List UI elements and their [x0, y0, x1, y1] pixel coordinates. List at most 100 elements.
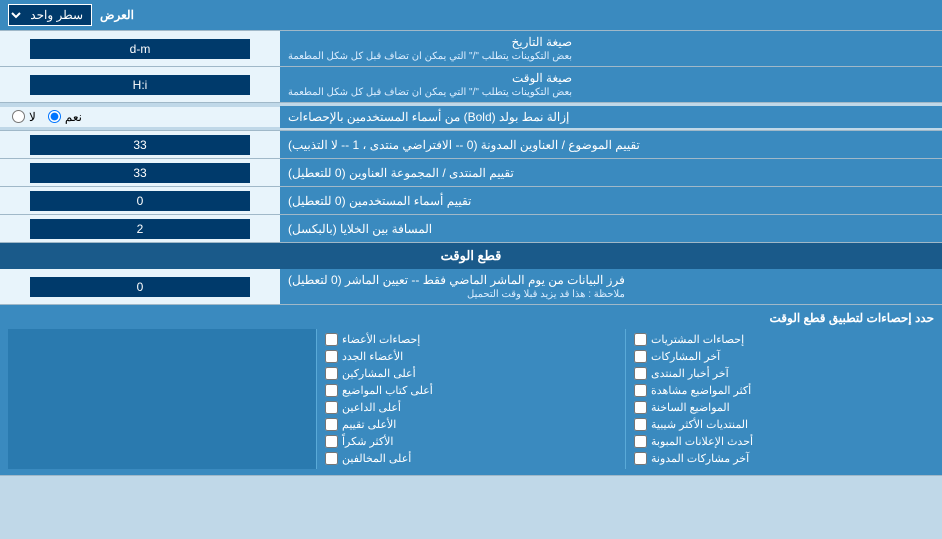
checkbox-col-3 — [8, 329, 316, 469]
date-format-sublabel: بعض التكوينات يتطلب "/" التي يمكن ان تضا… — [288, 51, 572, 62]
checkbox-input-1-6[interactable] — [634, 435, 647, 448]
header-row: العرض سطر واحد سطرين ثلاثة أسطر — [0, 0, 942, 31]
filter-days-row: فرز البيانات من يوم الماشر الماضي فقط --… — [0, 269, 942, 305]
checkbox-item-2-4: أعلى الداعين — [325, 401, 617, 414]
checkbox-item-1-7: آخر مشاركات المدونة — [634, 452, 926, 465]
checkbox-input-2-2[interactable] — [325, 367, 338, 380]
checkbox-label-1-6: أحدث الإعلانات المبوبة — [651, 435, 753, 448]
bold-remove-label: إزالة نمط بولد (Bold) من أسماء المستخدمي… — [280, 106, 942, 128]
checkbox-label-2-1: الأعضاء الجدد — [342, 350, 403, 363]
topic-order-row: تقييم الموضوع / العناوين المدونة (0 -- ا… — [0, 131, 942, 159]
checkbox-item-1-0: إحصاءات المشتريات — [634, 333, 926, 346]
main-container: العرض سطر واحد سطرين ثلاثة أسطر صيغة الت… — [0, 0, 942, 476]
cell-gap-input[interactable] — [30, 219, 250, 239]
time-format-input[interactable] — [30, 75, 250, 95]
filter-days-label: فرز البيانات من يوم الماشر الماضي فقط --… — [280, 269, 942, 304]
display-mode-select[interactable]: سطر واحد سطرين ثلاثة أسطر — [8, 4, 92, 26]
bold-no-radio[interactable] — [12, 110, 25, 123]
checkbox-item-2-5: الأعلى تقييم — [325, 418, 617, 431]
checkbox-item-1-2: آخر أخبار المنتدى — [634, 367, 926, 380]
bold-no-label: لا — [29, 110, 36, 124]
cell-gap-value — [0, 215, 280, 242]
checkbox-item-1-4: المواضيع الساخنة — [634, 401, 926, 414]
checkbox-label-1-0: إحصاءات المشتريات — [651, 333, 744, 346]
filter-days-value — [0, 269, 280, 304]
topic-order-input[interactable] — [30, 135, 250, 155]
time-format-value — [0, 67, 280, 102]
checkbox-input-2-1[interactable] — [325, 350, 338, 363]
forum-order-title: تقييم المنتدى / المجموعة العناوين (0 للت… — [288, 166, 514, 180]
checkbox-input-1-3[interactable] — [634, 384, 647, 397]
user-names-value — [0, 187, 280, 214]
topic-order-title: تقييم الموضوع / العناوين المدونة (0 -- ا… — [288, 138, 640, 152]
filter-days-title: فرز البيانات من يوم الماشر الماضي فقط --… — [288, 273, 625, 287]
checkbox-col-1: إحصاءات المشتريات آخر المشاركات آخر أخبا… — [625, 329, 934, 469]
checkbox-label-2-0: إحصاءات الأعضاء — [342, 333, 420, 346]
bold-radio-yes: نعم — [48, 110, 82, 124]
filter-days-input[interactable] — [30, 277, 250, 297]
cell-gap-label: المسافة بين الخلايا (بالبكسل) — [280, 215, 942, 242]
checkbox-item-2-2: أعلى المشاركين — [325, 367, 617, 380]
checkbox-item-1-3: أكثر المواضيع مشاهدة — [634, 384, 926, 397]
bold-yes-label: نعم — [65, 110, 82, 124]
checkbox-item-1-5: المنتديات الأكثر شيبية — [634, 418, 926, 431]
forum-order-row: تقييم المنتدى / المجموعة العناوين (0 للت… — [0, 159, 942, 187]
checkbox-input-1-0[interactable] — [634, 333, 647, 346]
cell-gap-title: المسافة بين الخلايا (بالبكسل) — [288, 222, 432, 236]
checkbox-input-2-6[interactable] — [325, 435, 338, 448]
time-format-sublabel: بعض التكوينات يتطلب "/" التي يمكن ان تضا… — [288, 87, 572, 98]
checkbox-label-2-4: أعلى الداعين — [342, 401, 401, 414]
checkbox-input-1-5[interactable] — [634, 418, 647, 431]
checkbox-item-2-0: إحصاءات الأعضاء — [325, 333, 617, 346]
checkbox-input-1-4[interactable] — [634, 401, 647, 414]
checkbox-label-2-3: أعلى كتاب المواضيع — [342, 384, 433, 397]
time-format-title: صيغة الوقت — [288, 71, 572, 85]
checkbox-col-2: إحصاءات الأعضاء الأعضاء الجدد أعلى المشا… — [316, 329, 625, 469]
cell-gap-row: المسافة بين الخلايا (بالبكسل) — [0, 215, 942, 243]
bold-remove-title: إزالة نمط بولد (Bold) من أسماء المستخدمي… — [288, 110, 569, 124]
checkbox-label-2-5: الأعلى تقييم — [342, 418, 396, 431]
bold-remove-row: إزالة نمط بولد (Bold) من أسماء المستخدمي… — [0, 103, 942, 131]
date-format-row: صيغة التاريخ بعض التكوينات يتطلب "/" الت… — [0, 31, 942, 67]
checkbox-input-1-7[interactable] — [634, 452, 647, 465]
forum-order-value — [0, 159, 280, 186]
checkbox-item-2-7: أعلى المخالفين — [325, 452, 617, 465]
checkbox-label-2-2: أعلى المشاركين — [342, 367, 416, 380]
date-format-input[interactable] — [30, 39, 250, 59]
checkbox-item-2-6: الأكثر شكراً — [325, 435, 617, 448]
checkbox-input-2-5[interactable] — [325, 418, 338, 431]
date-format-value — [0, 31, 280, 66]
checkboxes-grid: إحصاءات المشتريات آخر المشاركات آخر أخبا… — [8, 329, 934, 469]
checkbox-label-2-7: أعلى المخالفين — [342, 452, 411, 465]
date-format-label: صيغة التاريخ بعض التكوينات يتطلب "/" الت… — [280, 31, 942, 66]
stats-section-title: حدد إحصاءات لتطبيق قطع الوقت — [8, 311, 934, 325]
forum-order-input[interactable] — [30, 163, 250, 183]
user-names-row: تقييم أسماء المستخدمين (0 للتعطيل) — [0, 187, 942, 215]
checkbox-input-2-7[interactable] — [325, 452, 338, 465]
header-control: سطر واحد سطرين ثلاثة أسطر — [8, 4, 100, 26]
checkbox-label-1-7: آخر مشاركات المدونة — [651, 452, 749, 465]
date-format-title: صيغة التاريخ — [288, 35, 572, 49]
checkbox-item-1-6: أحدث الإعلانات المبوبة — [634, 435, 926, 448]
time-format-label: صيغة الوقت بعض التكوينات يتطلب "/" التي … — [280, 67, 942, 102]
user-names-input[interactable] — [30, 191, 250, 211]
realtime-section-title: قطع الوقت — [441, 248, 502, 263]
checkbox-input-2-0[interactable] — [325, 333, 338, 346]
header-title: العرض — [100, 8, 134, 22]
checkbox-input-1-1[interactable] — [634, 350, 647, 363]
checkbox-input-2-3[interactable] — [325, 384, 338, 397]
checkbox-label-1-1: آخر المشاركات — [651, 350, 720, 363]
checkbox-input-2-4[interactable] — [325, 401, 338, 414]
checkbox-item-1-1: آخر المشاركات — [634, 350, 926, 363]
checkbox-item-2-1: الأعضاء الجدد — [325, 350, 617, 363]
checkbox-label-2-6: الأكثر شكراً — [342, 435, 393, 448]
checkbox-input-1-2[interactable] — [634, 367, 647, 380]
checkbox-label-1-5: المنتديات الأكثر شيبية — [651, 418, 748, 431]
checkbox-item-2-3: أعلى كتاب المواضيع — [325, 384, 617, 397]
bold-remove-value: نعم لا — [0, 107, 280, 127]
checkbox-label-1-3: أكثر المواضيع مشاهدة — [651, 384, 751, 397]
user-names-label: تقييم أسماء المستخدمين (0 للتعطيل) — [280, 187, 942, 214]
user-names-title: تقييم أسماء المستخدمين (0 للتعطيل) — [288, 194, 471, 208]
bold-yes-radio[interactable] — [48, 110, 61, 123]
topic-order-value — [0, 131, 280, 158]
